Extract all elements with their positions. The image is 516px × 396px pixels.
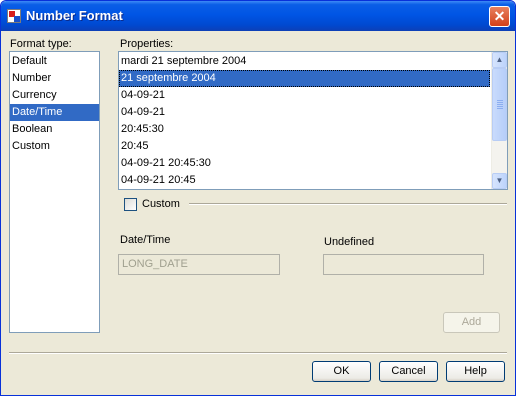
format-type-item-boolean[interactable]: Boolean [10,121,99,138]
add-button[interactable]: Add [443,312,500,333]
custom-label[interactable]: Custom [142,198,180,210]
properties-list[interactable]: mardi 21 septembre 2004 21 septembre 200… [118,51,508,190]
number-format-dialog: Number Format ✕ Format type: Default Num… [0,0,516,396]
format-type-item-default[interactable]: Default [10,53,99,70]
property-item-selected[interactable]: 21 septembre 2004 [119,70,490,87]
custom-checkbox[interactable] [124,198,137,211]
property-item[interactable]: 20:45 [119,138,490,155]
property-item[interactable]: 04-09-21 20:45 [119,172,490,189]
scroll-up-icon: ▲ [495,55,504,64]
undefined-label: Undefined [324,236,375,248]
scroll-down-icon: ▼ [495,176,504,185]
cancel-button[interactable]: Cancel [379,361,438,382]
scroll-down-button[interactable]: ▼ [492,173,507,189]
format-type-items: Default Number Currency Date/Time Boolea… [10,53,99,155]
format-type-item-custom[interactable]: Custom [10,138,99,155]
undefined-field[interactable] [323,254,484,275]
window-title: Number Format [26,8,123,23]
scroll-thumb[interactable] [492,68,507,141]
grip-line [497,102,503,103]
grip-line [497,104,503,105]
format-type-list[interactable]: Default Number Currency Date/Time Boolea… [9,51,100,333]
grip-line [497,108,503,109]
date-time-field[interactable]: LONG_DATE [118,254,280,275]
format-type-label: Format type: [10,38,72,50]
format-type-item-number[interactable]: Number [10,70,99,87]
property-item[interactable]: 04-09-21 [119,87,490,104]
title-bar[interactable]: Number Format ✕ [1,1,515,31]
property-item[interactable]: 04-09-21 20:45:30 [119,155,490,172]
format-type-item-currency[interactable]: Currency [10,87,99,104]
format-type-item-date-time[interactable]: Date/Time [10,104,99,121]
grip-line [497,100,503,101]
bottom-divider [9,352,507,354]
properties-scrollbar[interactable]: ▲ ▼ [491,52,507,189]
help-button[interactable]: Help [446,361,505,382]
scroll-up-button[interactable]: ▲ [492,52,507,68]
property-item[interactable]: mardi 21 septembre 2004 [119,53,490,70]
property-item[interactable]: 20:45:30 [119,121,490,138]
property-item[interactable]: 04-09-21 [119,104,490,121]
properties-items: mardi 21 septembre 2004 21 septembre 200… [119,53,490,189]
grip-line [497,106,503,107]
app-icon [7,9,21,23]
close-button[interactable]: ✕ [489,6,510,27]
close-icon: ✕ [493,8,506,24]
ok-button[interactable]: OK [312,361,371,382]
date-time-label: Date/Time [120,234,171,246]
properties-label: Properties: [120,38,174,50]
custom-divider [189,203,507,205]
